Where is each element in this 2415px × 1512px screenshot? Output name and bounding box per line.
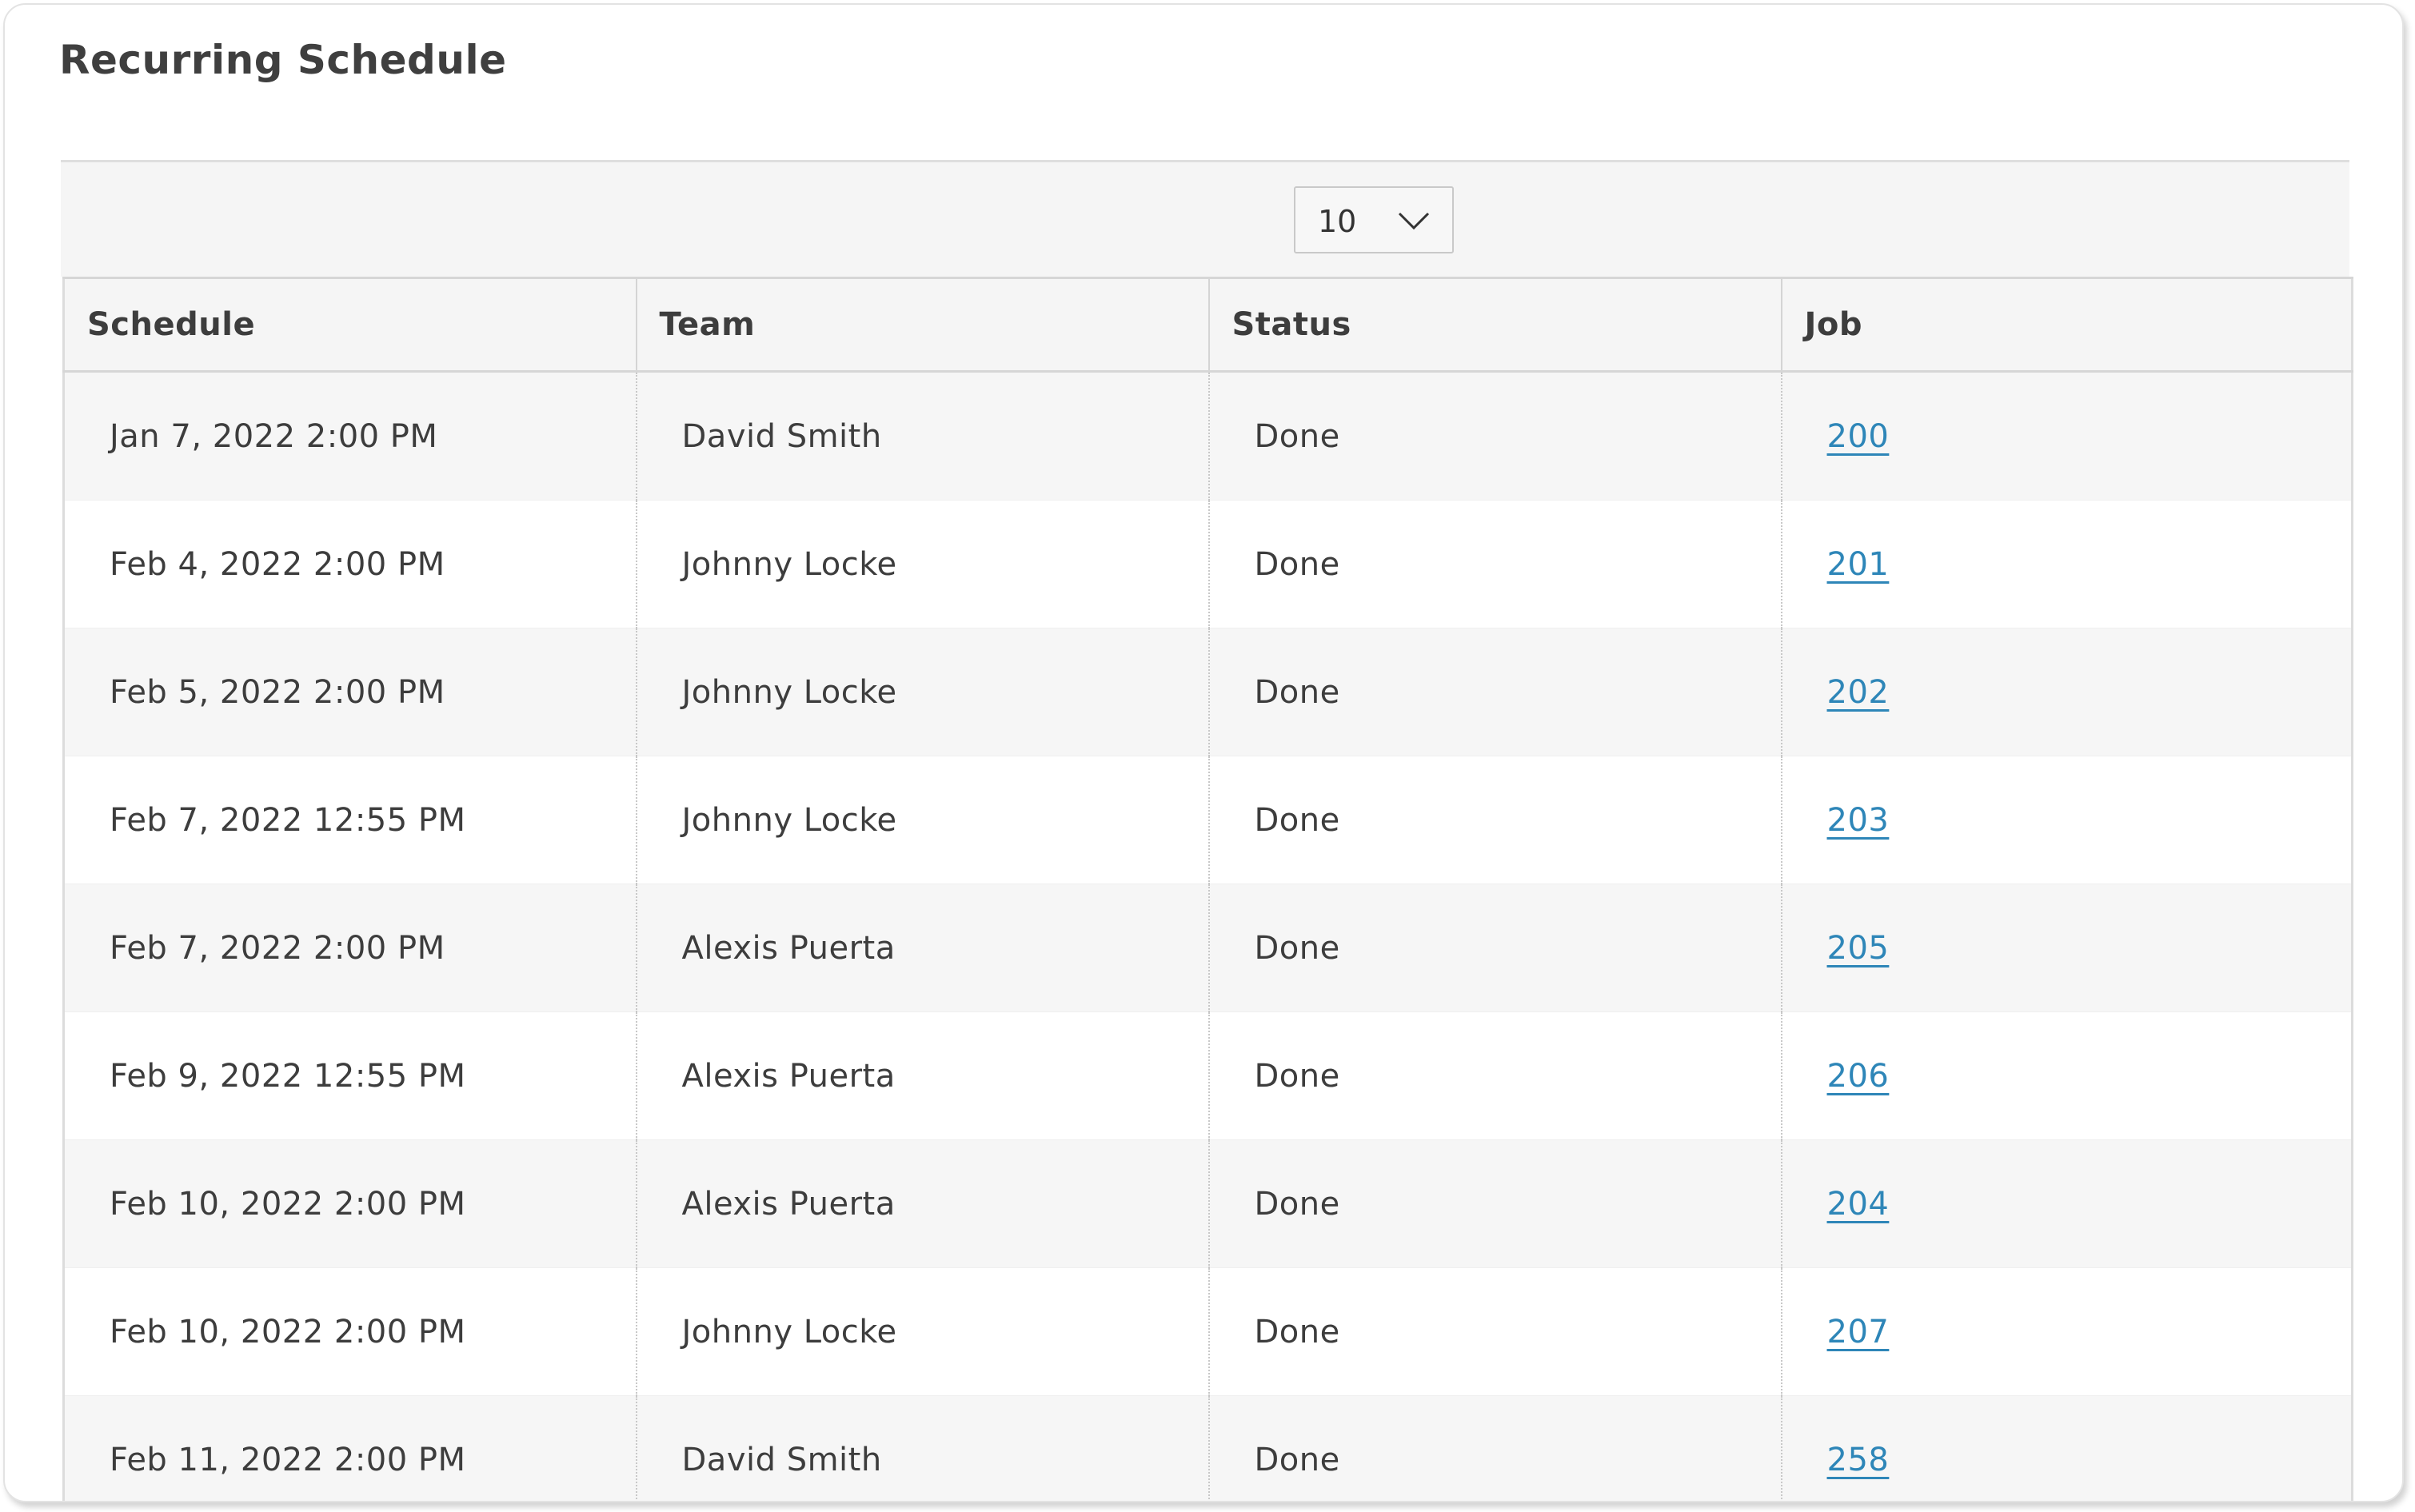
job-cell: 206	[1781, 1011, 2353, 1140]
team-cell: Alexis Puerta	[636, 1011, 1210, 1140]
schedule-cell: Feb 10, 2022 2:00 PM	[63, 1267, 637, 1396]
schedule-cell: Jan 7, 2022 2:00 PM	[63, 371, 637, 501]
team-cell: Alexis Puerta	[636, 1139, 1210, 1268]
job-link[interactable]: 202	[1827, 674, 1890, 711]
job-link[interactable]: 207	[1827, 1314, 1890, 1350]
status-cell: Done	[1208, 1139, 1782, 1268]
schedule-cell: Feb 9, 2022 12:55 PM	[63, 1011, 637, 1140]
status-cell: Done	[1208, 628, 1782, 756]
job-link[interactable]: 258	[1827, 1442, 1890, 1478]
job-link[interactable]: 201	[1827, 546, 1890, 583]
page-size-select[interactable]: 10	[1294, 186, 1454, 253]
table-row: Feb 7, 2022 12:55 PM Johnny Locke Done 2…	[63, 756, 2353, 884]
column-header-status[interactable]: Status	[1208, 277, 1782, 373]
job-cell: 202	[1781, 628, 2353, 756]
status-cell: Done	[1208, 500, 1782, 628]
schedule-cell: Feb 11, 2022 2:00 PM	[63, 1395, 637, 1501]
team-cell: Johnny Locke	[636, 756, 1210, 884]
schedule-cell: Feb 4, 2022 2:00 PM	[63, 500, 637, 628]
table-row: Feb 5, 2022 2:00 PM Johnny Locke Done 20…	[63, 628, 2353, 756]
table-header-row: Schedule Team Status Job	[63, 277, 2353, 373]
page-size-value: 10	[1318, 204, 1357, 239]
schedule-cell: Feb 7, 2022 2:00 PM	[63, 884, 637, 1012]
job-link[interactable]: 200	[1827, 418, 1890, 455]
job-cell: 258	[1781, 1395, 2353, 1501]
column-header-team[interactable]: Team	[636, 277, 1210, 373]
schedule-table: Schedule Team Status Job Jan 7, 2022 2:0…	[62, 277, 2353, 1501]
table-row: Feb 4, 2022 2:00 PM Johnny Locke Done 20…	[63, 500, 2353, 628]
schedule-cell: Feb 5, 2022 2:00 PM	[63, 628, 637, 756]
table-row: Feb 7, 2022 2:00 PM Alexis Puerta Done 2…	[63, 884, 2353, 1012]
team-cell: Johnny Locke	[636, 1267, 1210, 1396]
table-row: Feb 9, 2022 12:55 PM Alexis Puerta Done …	[63, 1011, 2353, 1140]
table-row: Feb 11, 2022 2:00 PM David Smith Done 25…	[63, 1395, 2353, 1501]
column-header-job[interactable]: Job	[1781, 277, 2353, 373]
status-cell: Done	[1208, 1395, 1782, 1501]
table-toolbar: 10	[61, 160, 2349, 277]
status-cell: Done	[1208, 1011, 1782, 1140]
status-cell: Done	[1208, 371, 1782, 501]
job-link[interactable]: 206	[1827, 1058, 1890, 1095]
team-cell: Alexis Puerta	[636, 884, 1210, 1012]
job-cell: 207	[1781, 1267, 2353, 1396]
table-row: Feb 10, 2022 2:00 PM Alexis Puerta Done …	[63, 1139, 2353, 1268]
job-cell: 205	[1781, 884, 2353, 1012]
schedule-cell: Feb 7, 2022 12:55 PM	[63, 756, 637, 884]
status-cell: Done	[1208, 884, 1782, 1012]
recurring-schedule-panel: Recurring Schedule 10 Schedule Team Stat…	[3, 3, 2404, 1502]
team-cell: Johnny Locke	[636, 628, 1210, 756]
table-row: Feb 10, 2022 2:00 PM Johnny Locke Done 2…	[63, 1267, 2353, 1396]
column-header-schedule[interactable]: Schedule	[63, 277, 637, 373]
job-link[interactable]: 205	[1827, 930, 1890, 967]
status-cell: Done	[1208, 756, 1782, 884]
team-cell: David Smith	[636, 371, 1210, 501]
table-row: Jan 7, 2022 2:00 PM David Smith Done 200	[63, 371, 2353, 501]
panel-title: Recurring Schedule	[59, 37, 507, 83]
team-cell: Johnny Locke	[636, 500, 1210, 628]
chevron-down-icon	[1398, 212, 1430, 230]
job-cell: 201	[1781, 500, 2353, 628]
status-cell: Done	[1208, 1267, 1782, 1396]
job-link[interactable]: 203	[1827, 802, 1890, 839]
job-cell: 200	[1781, 371, 2353, 501]
job-cell: 204	[1781, 1139, 2353, 1268]
job-link[interactable]: 204	[1827, 1186, 1890, 1223]
job-cell: 203	[1781, 756, 2353, 884]
team-cell: David Smith	[636, 1395, 1210, 1501]
schedule-cell: Feb 10, 2022 2:00 PM	[63, 1139, 637, 1268]
